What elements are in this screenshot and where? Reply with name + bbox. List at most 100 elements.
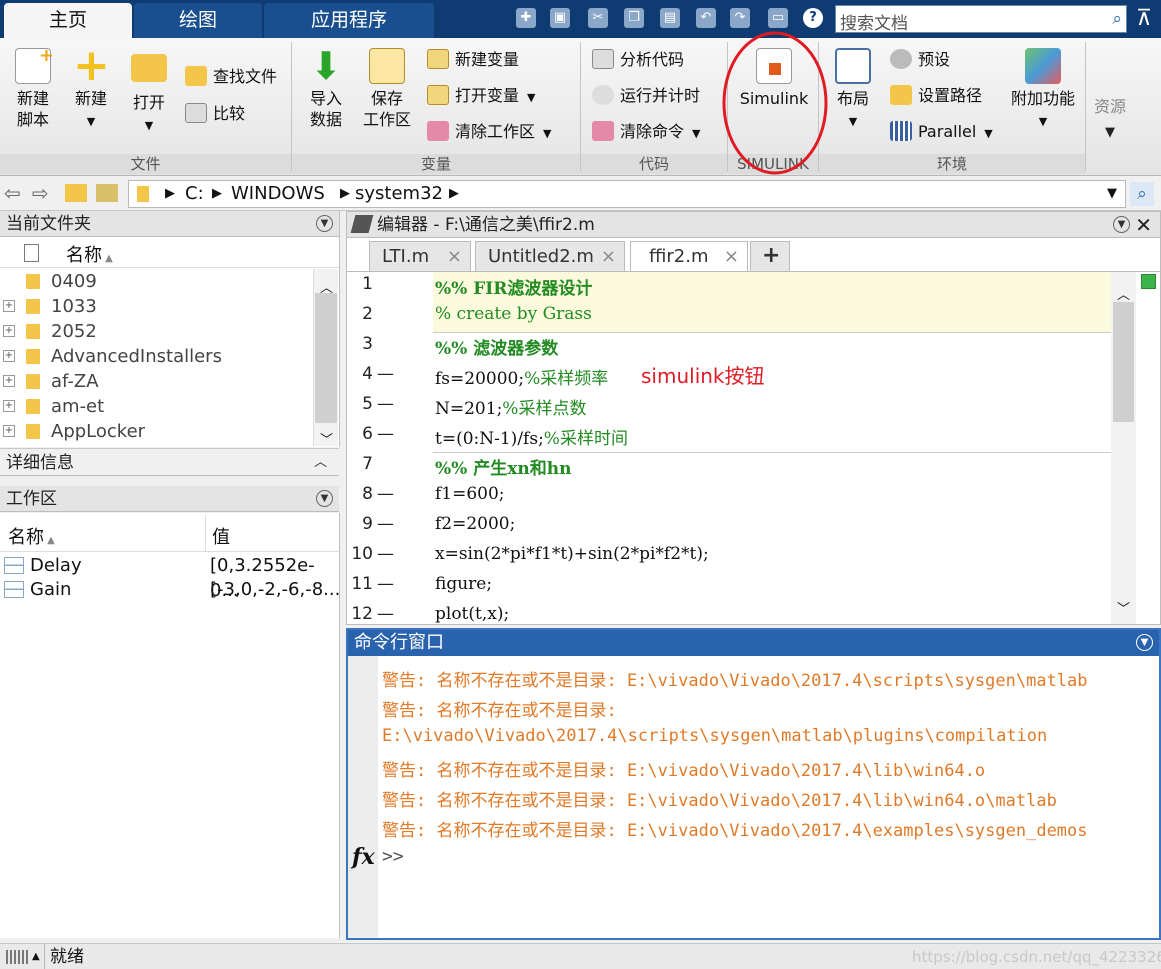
code-line[interactable]: % create by Grass — [435, 304, 592, 324]
close-tab-icon[interactable]: × — [601, 242, 616, 272]
save-icon[interactable]: ▣ — [550, 8, 570, 28]
code-line[interactable]: N=201;%采样点数 — [435, 394, 586, 419]
path-segment[interactable]: C: — [185, 181, 204, 207]
new-button[interactable]: + 新建 ▼ — [68, 44, 114, 132]
breakpoint-marker[interactable]: — — [377, 574, 394, 594]
breakpoint-marker[interactable]: — — [377, 394, 394, 414]
cut-icon[interactable]: ✂ — [588, 8, 608, 28]
search-icon[interactable]: ⌕ — [1112, 9, 1122, 29]
panel-menu-icon[interactable]: ▼ — [316, 215, 333, 232]
save-workspace-button[interactable]: 保存 工作区 — [360, 48, 414, 130]
run-and-time-button[interactable]: 运行并计时 — [592, 83, 700, 109]
workspace-variable-row[interactable]: Gain [-3,0,-2,-6,-8... — [0, 577, 340, 602]
expand-icon[interactable]: + — [3, 300, 15, 312]
command-prompt[interactable]: >> — [382, 846, 404, 867]
editor-tab-active[interactable]: ffir2.m × — [630, 241, 748, 271]
path-segment[interactable]: WINDOWS — [231, 181, 325, 207]
paste-icon[interactable]: ▤ — [660, 8, 680, 28]
code-line[interactable]: f1=600; — [435, 484, 505, 504]
code-line[interactable]: %% 滤波器参数 — [435, 334, 558, 359]
expand-icon[interactable]: + — [3, 375, 15, 387]
panel-menu-icon[interactable]: ▼ — [316, 490, 333, 507]
open-button[interactable]: 打开 ▼ — [126, 48, 172, 136]
path-field[interactable]: ▶ C: ▶ WINDOWS ▶ system32 ▶ ▼ — [128, 180, 1126, 208]
new-variable-button[interactable]: 新建变量 — [427, 47, 519, 73]
folder-item[interactable]: + af-ZA — [0, 369, 312, 394]
breakpoint-marker[interactable]: — — [377, 424, 394, 444]
close-icon[interactable]: ✕ — [1135, 212, 1152, 238]
breakpoint-marker[interactable]: — — [377, 484, 394, 504]
search-folder-icon[interactable]: ⌕ — [1130, 182, 1154, 206]
breakpoint-marker[interactable]: — — [377, 514, 394, 534]
code-line[interactable]: x=sin(2*pi*f1*t)+sin(2*pi*f2*t); — [435, 544, 709, 564]
undo-icon[interactable]: ↶ — [696, 8, 716, 28]
tab-apps[interactable]: 应用程序 — [264, 3, 434, 38]
code-analyzer-status-icon[interactable] — [1141, 274, 1156, 289]
scroll-up-icon[interactable]: ︿ — [1117, 284, 1130, 303]
scroll-thumb[interactable] — [315, 293, 337, 423]
expand-icon[interactable]: + — [3, 425, 15, 437]
details-panel-header[interactable]: 详细信息 ︿ — [0, 448, 339, 476]
redo-icon[interactable]: ↷ — [730, 8, 750, 28]
new-script-button[interactable]: + 新建 脚本 — [8, 45, 58, 130]
name-column-header[interactable]: 名称 ▲ — [66, 241, 113, 267]
expand-icon[interactable]: + — [3, 325, 15, 337]
editor-tab[interactable]: Untitled2.m × — [475, 241, 625, 271]
close-tab-icon[interactable]: × — [724, 242, 739, 272]
panel-menu-icon[interactable]: ▼ — [1136, 634, 1153, 651]
code-line[interactable]: plot(t,x); — [435, 604, 509, 624]
expand-icon[interactable]: + — [3, 400, 15, 412]
path-segment[interactable]: system32 — [355, 181, 443, 207]
path-dropdown-icon[interactable]: ▼ — [1107, 181, 1117, 207]
scroll-down-icon[interactable]: ﹀ — [320, 429, 333, 448]
close-tab-icon[interactable]: × — [447, 242, 462, 272]
back-icon[interactable]: ⇦ — [4, 181, 21, 205]
code-line[interactable]: fs=20000;%采样频率 — [435, 364, 608, 389]
chevron-up-icon[interactable]: ︿ — [314, 449, 327, 477]
folder-item[interactable]: + am-et — [0, 394, 312, 419]
editor-scrollbar[interactable]: ︿ ﹀ — [1111, 272, 1136, 624]
expand-icon[interactable]: + — [3, 350, 15, 362]
switch-windows-icon[interactable]: ▭ — [768, 8, 788, 28]
help-icon[interactable]: ? — [803, 8, 823, 28]
forward-icon[interactable]: ⇨ — [32, 181, 49, 205]
code-line[interactable]: %% 产生xn和hn — [435, 454, 571, 479]
browse-folder-icon[interactable] — [96, 184, 118, 202]
code-line[interactable]: %% FIR滤波器设计 — [435, 274, 592, 299]
breakpoint-marker[interactable]: — — [377, 364, 394, 384]
scroll-thumb[interactable] — [1113, 302, 1134, 422]
up-folder-icon[interactable] — [65, 184, 87, 202]
tab-plots[interactable]: 绘图 — [134, 3, 262, 38]
code-line[interactable]: figure; — [435, 574, 492, 594]
breakpoint-marker[interactable]: — — [377, 604, 394, 624]
new-tab-button[interactable]: + — [750, 241, 790, 271]
open-variable-button[interactable]: 打开变量 ▼ — [427, 83, 535, 109]
code-line[interactable]: f2=2000; — [435, 514, 515, 534]
name-column-header[interactable]: 名称 ▲ — [8, 523, 55, 549]
clear-workspace-button[interactable]: 清除工作区 ▼ — [427, 119, 551, 145]
breakpoint-marker[interactable]: — — [377, 544, 394, 564]
code-line[interactable]: t=(0:N-1)/fs;%采样时间 — [435, 424, 628, 449]
folder-item[interactable]: +1033 — [0, 294, 312, 319]
import-label2: 数据 — [309, 110, 342, 129]
chevron-up-icon[interactable]: ▲ — [32, 944, 40, 969]
copy-icon[interactable]: ❐ — [624, 8, 644, 28]
panel-menu-icon[interactable]: ▼ — [1113, 216, 1130, 233]
fx-icon[interactable]: fx — [352, 844, 375, 870]
folder-item[interactable]: + AppLocker — [0, 419, 312, 444]
folder-item[interactable]: +2052 — [0, 319, 312, 344]
import-data-button[interactable]: ⬇ 导入 数据 — [300, 47, 352, 130]
find-files-button[interactable]: 查找文件 — [185, 64, 277, 90]
folder-item[interactable]: 0409 — [0, 269, 312, 294]
value-column-header[interactable]: 值 — [212, 523, 230, 549]
tab-home[interactable]: 主页 — [4, 3, 132, 38]
scrollbar[interactable]: ︿ ﹀ — [313, 269, 338, 448]
workspace-variable-row[interactable]: Delay [0,3.2552e-0... — [0, 553, 339, 601]
folder-item[interactable]: + AdvancedInstallers — [0, 344, 312, 369]
scroll-down-icon[interactable]: ﹀ — [1117, 598, 1130, 617]
new-icon[interactable]: ✚ — [516, 8, 536, 28]
analyze-code-button[interactable]: 分析代码 — [592, 47, 684, 73]
editor-tab[interactable]: LTI.m × — [369, 241, 471, 271]
compare-button[interactable]: 比较 — [185, 101, 245, 127]
clear-commands-button[interactable]: 清除命令 ▼ — [592, 119, 700, 145]
